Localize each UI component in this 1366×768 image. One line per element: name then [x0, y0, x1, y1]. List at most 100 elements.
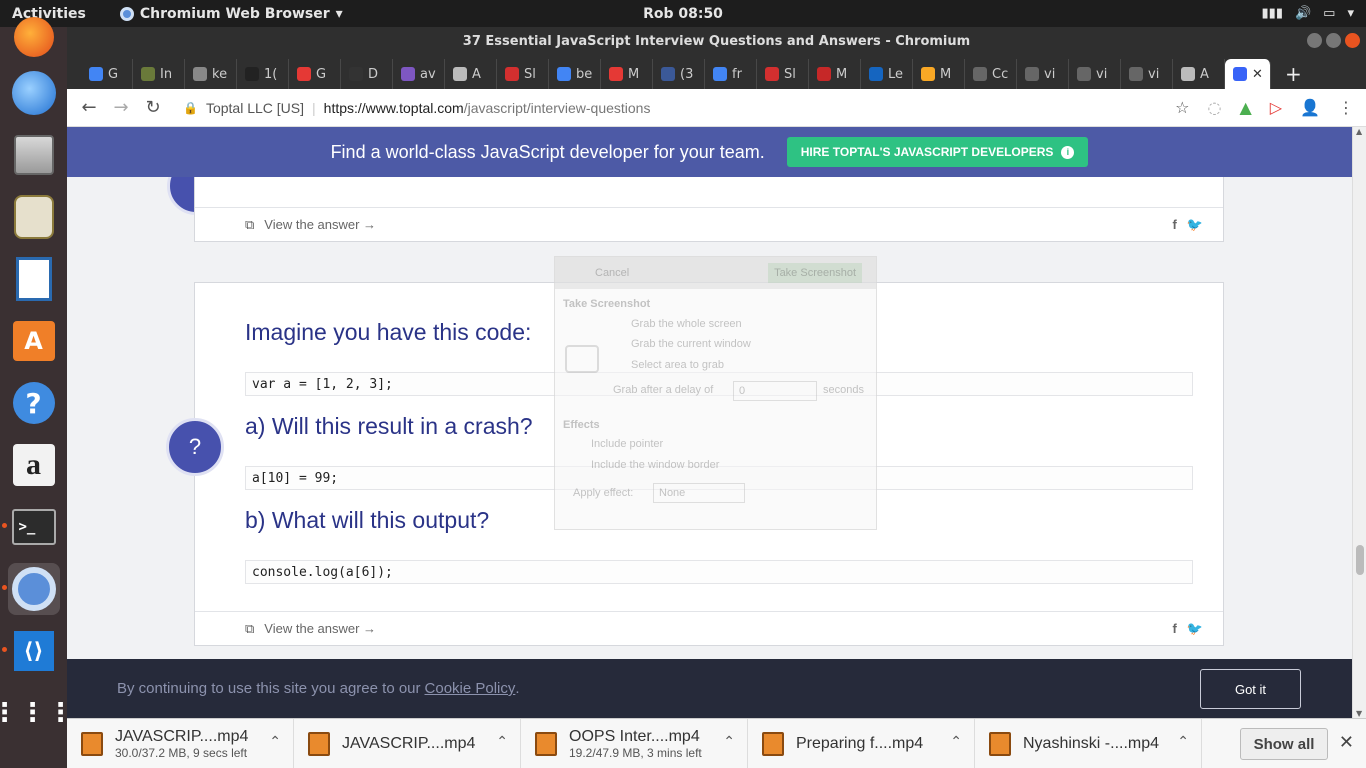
chevron-up-icon[interactable]: ⌃ — [496, 733, 508, 750]
extension-icon[interactable]: ◌ — [1207, 98, 1221, 117]
favicon-icon — [1129, 67, 1143, 81]
app-grid-icon[interactable]: ⋮⋮⋮ — [0, 687, 74, 739]
browser-tab[interactable]: (3 — [653, 59, 705, 89]
amazon-icon[interactable]: a — [8, 439, 60, 491]
profile-avatar[interactable]: 👤 — [1300, 98, 1320, 117]
forward-button[interactable]: → — [105, 97, 137, 118]
firefox-icon[interactable] — [8, 17, 60, 57]
extension-cast-icon[interactable]: ▷ — [1270, 98, 1282, 117]
show-all-button[interactable]: Show all — [1240, 728, 1328, 760]
maximize-button[interactable] — [1326, 33, 1341, 48]
browser-tab[interactable]: A — [1173, 59, 1225, 89]
code-block: console.log(a[6]); — [245, 560, 1193, 584]
browser-tab[interactable]: A — [445, 59, 497, 89]
view-answer-link[interactable]: View the answer → — [264, 621, 376, 636]
reload-button[interactable]: ↻ — [137, 97, 169, 118]
delay-input[interactable]: 0 — [733, 381, 817, 401]
checkbox-include-pointer[interactable]: Include pointer — [591, 438, 663, 450]
page-scrollbar[interactable]: ▲ ▼ — [1352, 127, 1366, 718]
hire-developers-button[interactable]: HIRE TOPTAL'S JAVASCRIPT DEVELOPERS i — [786, 137, 1089, 167]
checkbox-window-border[interactable]: Include the window border — [591, 459, 719, 471]
take-screenshot-button[interactable]: Take Screenshot — [768, 263, 862, 283]
browser-tab[interactable]: vi — [1017, 59, 1069, 89]
scrollbar-thumb[interactable] — [1356, 545, 1364, 575]
browser-tab[interactable]: be — [549, 59, 601, 89]
gnome-top-bar: Activities Chromium Web Browser ▾ Rob 08… — [0, 0, 1366, 27]
radio-current-window[interactable]: Grab the current window — [631, 338, 751, 350]
terminal-icon[interactable]: >_ — [1, 501, 60, 553]
cookie-banner: By continuing to use this site you agree… — [67, 659, 1352, 718]
download-item[interactable]: Preparing f....mp4 ⌃ — [748, 718, 975, 768]
browser-tab[interactable]: M — [601, 59, 653, 89]
help-icon[interactable]: ? — [8, 377, 60, 429]
view-answer-link[interactable]: View the answer → — [264, 217, 376, 232]
twitter-icon[interactable]: 🐦 — [1187, 217, 1203, 233]
chevron-up-icon[interactable]: ⌃ — [950, 733, 962, 750]
browser-tab[interactable]: vi — [1069, 59, 1121, 89]
url-path[interactable]: /javascript/interview-questions — [464, 100, 651, 116]
browser-tab[interactable]: fr — [705, 59, 757, 89]
radio-select-area[interactable]: Select area to grab — [631, 359, 724, 371]
bookmark-star-icon[interactable]: ☆ — [1175, 98, 1189, 117]
download-item[interactable]: JAVASCRIP....mp4 ⌃ — [294, 718, 521, 768]
site-identity[interactable]: Toptal LLC [US] — [206, 100, 304, 116]
browser-tab-active[interactable]: ✕ — [1225, 59, 1271, 89]
omnibox[interactable]: 🔒 Toptal LLC [US] | https://www.toptal.c… — [183, 100, 650, 116]
lock-icon[interactable]: 🔒 — [183, 101, 198, 115]
tab-label: A — [1200, 66, 1209, 82]
browser-tab[interactable]: av — [393, 59, 445, 89]
twitter-icon[interactable]: 🐦 — [1187, 621, 1203, 637]
browser-tab[interactable]: vi — [1121, 59, 1173, 89]
browser-tab[interactable]: M — [913, 59, 965, 89]
promo-banner: Find a world-class JavaScript developer … — [67, 127, 1352, 177]
close-icon[interactable]: ✕ — [1339, 732, 1354, 753]
browser-tab[interactable]: ke — [185, 59, 237, 89]
browser-tab[interactable]: D — [341, 59, 393, 89]
close-window-button[interactable] — [1345, 33, 1360, 48]
window-titlebar[interactable]: 37 Essential JavaScript Interview Questi… — [67, 27, 1366, 55]
question-subheading-b: b) What will this output? — [245, 507, 490, 533]
radio-whole-screen[interactable]: Grab the whole screen — [631, 318, 742, 330]
browser-tab[interactable]: 1( — [237, 59, 289, 89]
browser-tab[interactable]: Sl — [757, 59, 809, 89]
facebook-icon[interactable]: f — [1172, 217, 1176, 233]
files-icon[interactable] — [8, 129, 60, 181]
url-host[interactable]: https://www.toptal.com — [324, 100, 464, 116]
browser-tab[interactable]: G — [81, 59, 133, 89]
chromium-dock-icon[interactable] — [1, 563, 60, 615]
cancel-button[interactable]: Cancel — [595, 267, 629, 279]
got-it-button[interactable]: Got it — [1200, 669, 1301, 709]
writer-icon[interactable] — [8, 253, 60, 305]
apply-effect-select[interactable]: None — [653, 483, 745, 503]
app-menu[interactable]: Chromium Web Browser ▾ — [119, 6, 343, 22]
download-item[interactable]: Nyashinski -....mp4 ⌃ — [975, 718, 1202, 768]
software-center-icon[interactable]: A — [8, 315, 60, 367]
rhythmbox-icon[interactable] — [8, 191, 60, 243]
system-tray[interactable]: ▮▮▮ 🔊 ▭ ▾ — [1262, 6, 1354, 21]
back-button[interactable]: ← — [73, 97, 105, 118]
clock[interactable]: Rob 08:50 — [643, 6, 723, 22]
cookie-policy-link[interactable]: Cookie Policy — [425, 680, 516, 697]
vscode-icon[interactable]: ⟨⟩ — [1, 625, 60, 677]
browser-tab[interactable]: Sl — [497, 59, 549, 89]
browser-tab[interactable]: G — [289, 59, 341, 89]
browser-tab[interactable]: M — [809, 59, 861, 89]
scroll-down-arrow-icon[interactable]: ▼ — [1356, 709, 1362, 718]
close-tab-icon[interactable]: ✕ — [1252, 67, 1263, 82]
new-tab-button[interactable]: + — [1285, 59, 1302, 89]
chevron-up-icon[interactable]: ⌃ — [723, 733, 735, 750]
browser-tab[interactable]: Cc — [965, 59, 1017, 89]
chevron-up-icon[interactable]: ⌃ — [269, 733, 281, 750]
browser-tab[interactable]: Le — [861, 59, 913, 89]
download-item[interactable]: JAVASCRIP....mp4 30.0/37.2 MB, 9 secs lef… — [67, 718, 294, 768]
download-item[interactable]: OOPS Inter....mp4 19.2/47.9 MB, 3 mins le… — [521, 718, 748, 768]
browser-tab[interactable]: In — [133, 59, 185, 89]
video-file-icon — [762, 731, 784, 756]
scroll-up-arrow-icon[interactable]: ▲ — [1356, 127, 1362, 136]
thunderbird-icon[interactable] — [8, 67, 60, 119]
minimize-button[interactable] — [1307, 33, 1322, 48]
facebook-icon[interactable]: f — [1172, 621, 1176, 637]
menu-kebab-icon[interactable]: ⋮ — [1338, 98, 1354, 117]
extension-android-icon[interactable]: ▲ — [1239, 98, 1251, 117]
chevron-up-icon[interactable]: ⌃ — [1177, 733, 1189, 750]
